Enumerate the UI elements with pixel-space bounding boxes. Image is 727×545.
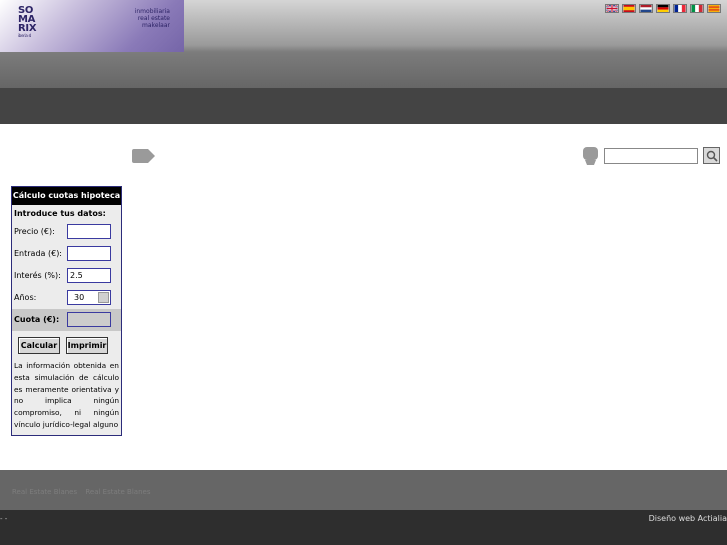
calculator-subtitle: Introduce tus datos: [14,209,106,218]
footer-bottom [0,510,727,545]
select-arrow-icon [98,292,109,303]
logo-mark: SO MA RIX iberia sl [18,5,37,39]
arrow-tag-icon [132,149,155,163]
site-logo[interactable]: SO MA RIX iberia sl inmobiliaria real es… [0,0,184,52]
footer-left-text: - - [0,515,8,523]
france-flag-icon[interactable] [673,4,687,13]
search-input[interactable] [604,148,698,164]
calculator-title: Cálculo cuotas hipoteca [12,187,121,205]
years-row: Años: 30 [12,287,121,309]
footer-link[interactable]: Real Estate Blanes [12,488,77,496]
site-header: SO MA RIX iberia sl inmobiliaria real es… [0,0,727,88]
interest-label: Interés (%): [14,271,61,280]
years-label: Años: [14,293,37,302]
interest-row: Interés (%): 2.5 [12,265,121,287]
main-navbar [0,88,727,124]
fee-label: Cuota (€): [14,315,60,324]
logo-tagline: inmobiliaria real estate makelaar [134,8,170,29]
germany-flag-icon[interactable] [656,4,670,13]
language-selector [605,4,721,13]
interest-field[interactable]: 2.5 [67,268,111,283]
search-icon [706,150,718,162]
down-payment-label: Entrada (€): [14,249,63,258]
years-select[interactable]: 30 [67,290,111,305]
spain-flag-icon[interactable] [622,4,636,13]
footer-links: Real Estate Blanes Real Estate Blanes [12,488,156,496]
netherlands-flag-icon[interactable] [639,4,653,13]
calculator-disclaimer: La información obtenida en esta simulaci… [14,361,119,429]
years-value: 30 [74,293,85,302]
fee-field [67,312,111,327]
footer-credit-link[interactable]: Diseño web Actialia [649,514,727,523]
price-row: Precio (€): [12,221,121,243]
calculator-buttons: Calcular Imprimir [12,331,121,357]
person-icon [583,147,598,165]
search-button[interactable] [703,147,720,164]
price-label: Precio (€): [14,227,55,236]
calculate-button[interactable]: Calcular [18,337,60,354]
mortgage-calculator: Cálculo cuotas hipoteca Introduce tus da… [11,186,122,436]
print-button[interactable]: Imprimir [66,337,108,354]
italy-flag-icon[interactable] [690,4,704,13]
footer-link[interactable]: Real Estate Blanes [85,488,150,496]
catalonia-flag-icon[interactable] [707,4,721,13]
down-payment-row: Entrada (€): [12,243,121,265]
down-payment-field[interactable] [67,246,111,261]
price-field[interactable] [67,224,111,239]
fee-row: Cuota (€): [12,309,121,331]
uk-flag-icon[interactable] [605,4,619,13]
